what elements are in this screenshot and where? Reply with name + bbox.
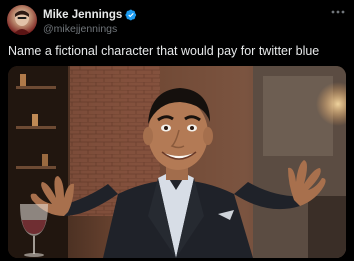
verified-badge-icon[interactable] [125,9,137,21]
tweet-header: Mike Jennings @mikejjennings [0,0,354,40]
media-photo-illustration [8,66,346,258]
author-handle[interactable]: @mikejjennings [43,23,117,35]
avatar[interactable] [7,5,37,35]
tweet-media-photo[interactable] [8,66,346,258]
avatar-image [13,10,31,35]
tweet-text: Name a fictional character that would pa… [8,44,320,58]
author-display-name[interactable]: Mike Jennings [43,9,122,21]
author-name-row: Mike Jennings [43,8,137,22]
more-options-icon[interactable] [330,6,346,18]
tweet[interactable]: Mike Jennings @mikejjennings Name a fict… [0,0,354,261]
